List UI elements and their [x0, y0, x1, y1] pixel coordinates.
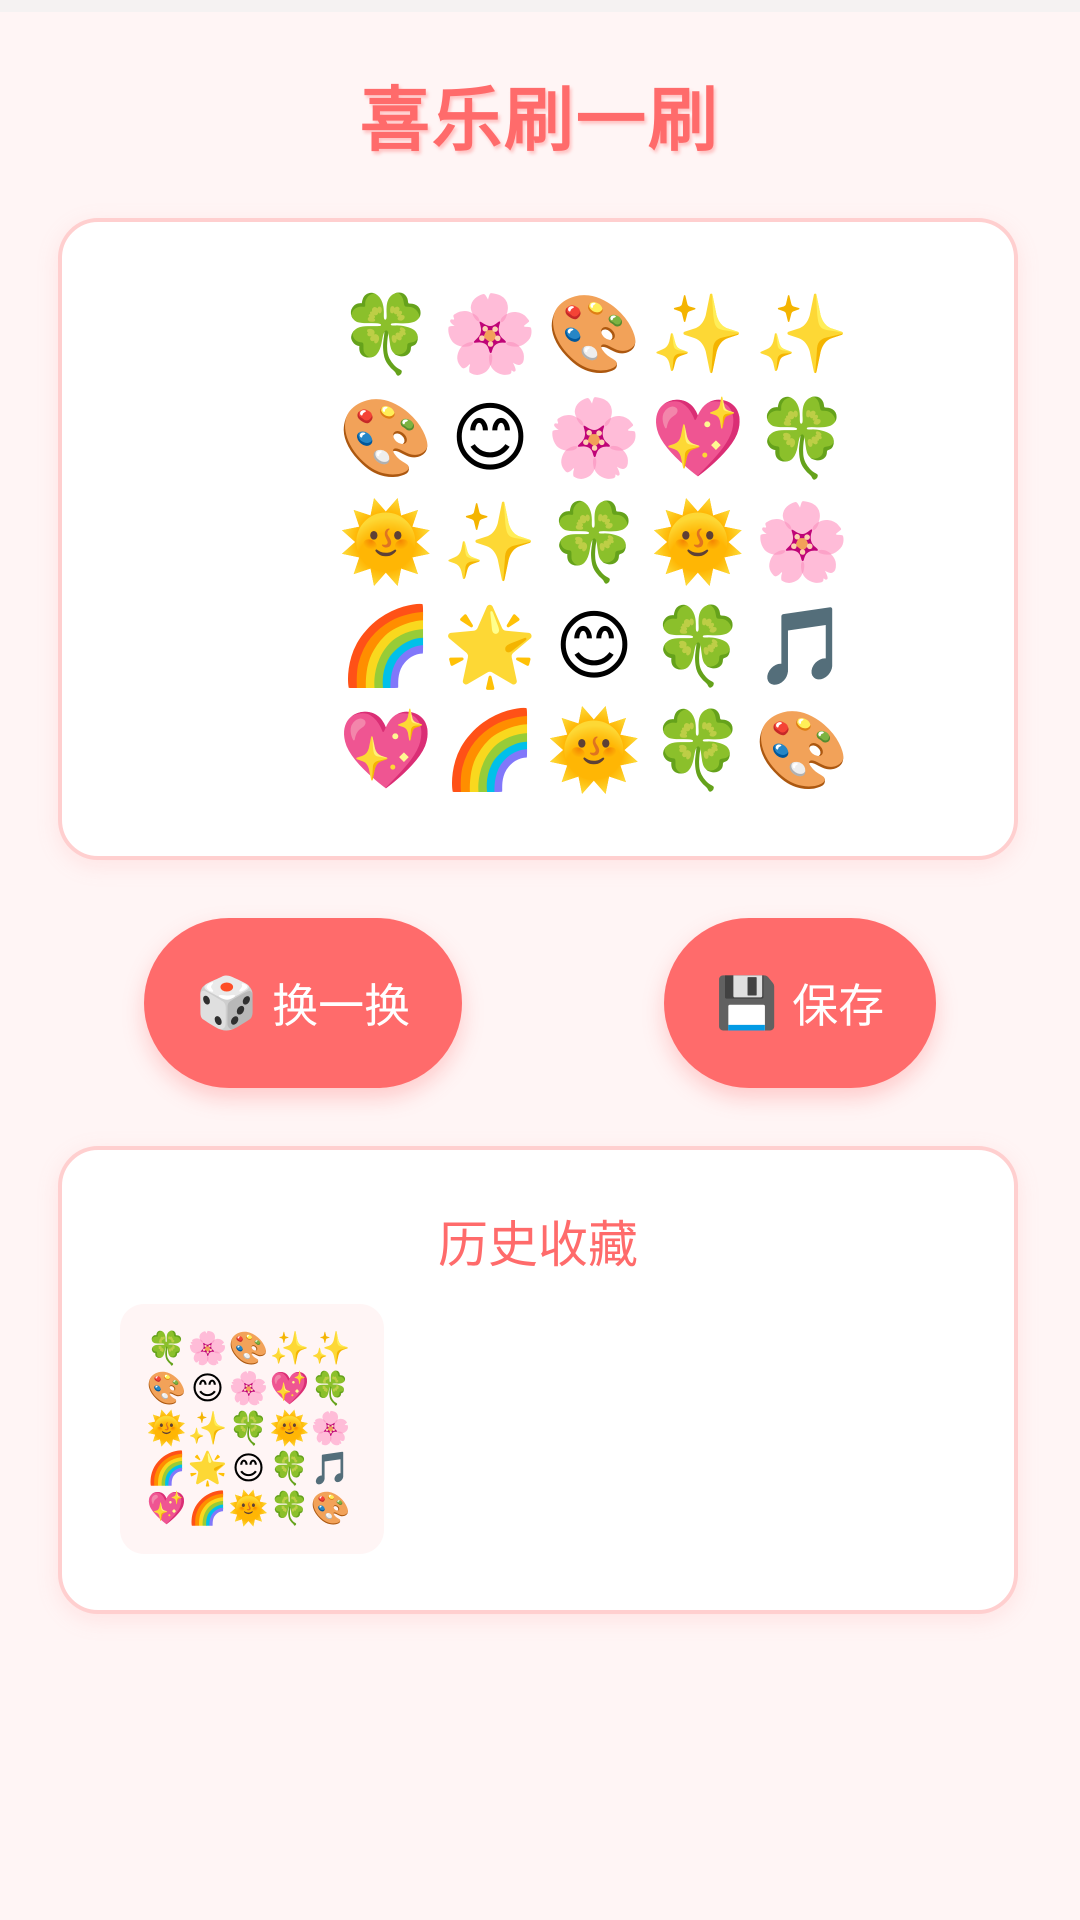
grid-emoji-cell: 🌞 — [650, 497, 746, 586]
grid-emoji-cell: 🍀 — [338, 289, 434, 378]
history-thumb-emoji-cell: 🎨 — [146, 1369, 187, 1407]
history-thumb-emoji-cell: ✨ — [310, 1329, 351, 1367]
history-thumb-emoji-cell: 🌈 — [187, 1489, 228, 1527]
history-thumb-emoji-cell: 😊 — [190, 1369, 225, 1407]
history-thumb-emoji-cell: 🌞 — [146, 1409, 187, 1447]
history-thumb-emoji-cell: 🌟 — [187, 1449, 228, 1487]
history-thumb-emoji-cell: 🍀 — [310, 1369, 351, 1407]
history-thumb-emoji-cell: ✨ — [187, 1409, 228, 1447]
status-bar — [0, 0, 1080, 12]
history-thumb-emoji-cell: 🌞 — [269, 1409, 310, 1447]
grid-emoji-cell: 🎨 — [754, 705, 850, 794]
floppy-disk-icon: 💾 — [715, 973, 779, 1032]
history-item[interactable]: 🍀 🌸 🎨 ✨ ✨ 🎨 😊 🌸 💖 🍀 🌞 ✨ 🍀 🌞 🌸 🌈 🌟 😊 🍀 🎵 💖 🌈 🌞 🍀 🎨 — [120, 1304, 384, 1554]
history-thumb-emoji-cell: 🍀 — [269, 1449, 310, 1487]
history-title: 历史收藏 — [438, 1216, 638, 1274]
history-thumb-emoji-cell: 🌈 — [146, 1449, 187, 1487]
shuffle-button[interactable]: 🎲 换一换 — [144, 918, 462, 1088]
history-thumb-emoji-cell: 🎨 — [228, 1329, 269, 1367]
grid-emoji-cell: 🌸 — [546, 393, 642, 482]
emoji-grid: 🍀 🌸 🎨 ✨ ✨ 🎨 😊 🌸 💖 🍀 🌞 ✨ 🍀 🌞 🌸 🌈 🌟 😊 🍀 🎵 💖 🌈 🌞 🍀 🎨 — [334, 282, 854, 802]
grid-emoji-cell: 🍀 — [650, 705, 746, 794]
history-thumb-emoji-cell: 🍀 — [269, 1489, 310, 1527]
grid-emoji-cell: 🎨 — [546, 289, 642, 378]
grid-emoji-cell: 🌈 — [442, 705, 538, 794]
history-thumb-emoji-cell: 🎨 — [310, 1489, 351, 1527]
grid-emoji-cell: 🍀 — [754, 393, 850, 482]
history-thumb-emoji-cell: 🌸 — [310, 1409, 351, 1447]
history-thumb-emoji-cell: 💖 — [146, 1489, 187, 1527]
history-thumb-emoji-cell: 😊 — [231, 1449, 266, 1487]
grid-emoji-cell: 🌞 — [546, 705, 642, 794]
history-panel: 历史收藏 🍀 🌸 🎨 ✨ ✨ 🎨 😊 🌸 💖 🍀 🌞 ✨ 🍀 🌞 🌸 🌈 🌟 😊 🍀 🎵 💖 🌈 🌞 🍀 🎨 — [58, 1146, 1018, 1614]
history-thumb-emoji-cell: 🍀 — [146, 1329, 187, 1367]
grid-emoji-cell: 🌟 — [442, 601, 538, 690]
grid-emoji-cell: 🌞 — [338, 497, 434, 586]
emoji-canvas-panel: 🍀 🌸 🎨 ✨ ✨ 🎨 😊 🌸 💖 🍀 🌞 ✨ 🍀 🌞 🌸 🌈 🌟 😊 🍀 🎵 💖 🌈 🌞 🍀 🎨 — [58, 218, 1018, 860]
history-thumb-emoji-cell: ✨ — [269, 1329, 310, 1367]
shuffle-button-label: 换一换 — [272, 979, 411, 1033]
history-thumb-emoji-cell: 🍀 — [228, 1409, 269, 1447]
app-title: 喜乐刷一刷 — [360, 79, 720, 161]
save-button[interactable]: 💾 保存 — [664, 918, 936, 1088]
grid-emoji-cell: 🌸 — [754, 497, 850, 586]
history-thumb-emoji-cell: 🌸 — [187, 1329, 228, 1367]
grid-emoji-cell: 🍀 — [650, 601, 746, 690]
dice-icon: 🎲 — [195, 973, 259, 1032]
grid-emoji-cell: 😊 — [450, 393, 530, 482]
grid-emoji-cell: 😊 — [554, 601, 634, 690]
grid-emoji-cell: ✨ — [442, 497, 538, 586]
history-thumb-emoji-cell: 🎵 — [310, 1449, 351, 1487]
grid-emoji-cell: 🎨 — [338, 393, 434, 482]
grid-emoji-cell: ✨ — [650, 289, 746, 378]
grid-emoji-cell: 💖 — [650, 393, 746, 482]
history-thumb-emoji-cell: 🌸 — [228, 1369, 269, 1407]
history-thumb-emoji-cell: 🌞 — [228, 1489, 269, 1527]
history-thumb-emoji-cell: 💖 — [269, 1369, 310, 1407]
grid-emoji-cell: 🌈 — [338, 601, 434, 690]
grid-emoji-cell: 🍀 — [546, 497, 642, 586]
grid-emoji-cell: 🎵 — [754, 601, 850, 690]
grid-emoji-cell: 🌸 — [442, 289, 538, 378]
history-thumb-grid: 🍀 🌸 🎨 ✨ ✨ 🎨 😊 🌸 💖 🍀 🌞 ✨ 🍀 🌞 🌸 🌈 🌟 😊 🍀 🎵 💖 🌈 🌞 🍀 🎨 — [146, 1328, 351, 1528]
grid-emoji-cell: ✨ — [754, 289, 850, 378]
grid-emoji-cell: 💖 — [338, 705, 434, 794]
save-button-label: 保存 — [792, 979, 885, 1033]
